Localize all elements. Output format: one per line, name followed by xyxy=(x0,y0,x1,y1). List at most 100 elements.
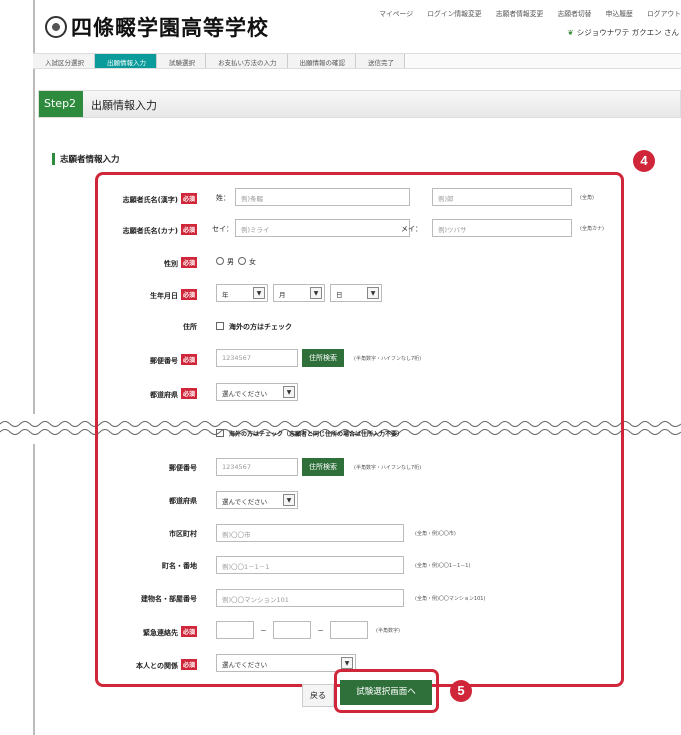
row-postal: 郵便番号 必須 1234567 住所検索 (半角数字・ハイフンなし7桁) xyxy=(98,349,618,369)
row-city: 市区町村 例)〇〇市 (全角・例)〇〇市) xyxy=(98,524,618,544)
top-nav: マイページ ログイン情報変更 志願者情報変更 志願者切替 申込履歴 ログアウト xyxy=(367,8,681,18)
nav-applicant-info[interactable]: 志願者情報変更 xyxy=(496,10,544,18)
step-badge: Step2 xyxy=(39,91,83,117)
hint-city: (全角・例)〇〇市) xyxy=(415,531,456,537)
nav-switch-applicant[interactable]: 志願者切替 xyxy=(558,10,592,18)
phone-input-3[interactable] xyxy=(330,621,368,639)
label-name-kana: 志願者氏名(カナ) 必須 xyxy=(123,224,197,236)
nav-login-info[interactable]: ログイン情報変更 xyxy=(427,10,481,18)
section-title: 志願者情報入力 xyxy=(52,153,120,165)
address-search-button[interactable]: 住所検索 xyxy=(302,349,344,367)
hint-zenkaku-kana: (全角カナ) xyxy=(580,226,604,232)
row-address: 住所 海外の方はチェック xyxy=(98,317,618,337)
phone-dash: － xyxy=(260,627,267,635)
sei-kana-label: セイ： xyxy=(212,225,233,233)
label-phone: 緊急連絡先 必須 xyxy=(143,626,197,638)
label-prefecture-2: 都道府県 xyxy=(169,497,197,505)
postal-input-2[interactable]: 1234567 xyxy=(216,458,298,476)
prefecture-select-2[interactable]: 選んでください ▼ xyxy=(216,491,298,509)
checkbox-icon xyxy=(216,429,224,437)
label-gender: 性別 必須 xyxy=(164,257,197,269)
row-prefecture: 都道府県 必須 選んでください ▼ xyxy=(98,383,618,403)
back-button[interactable]: 戻る xyxy=(302,684,334,707)
phone-input-2[interactable] xyxy=(273,621,311,639)
radio-male[interactable]: 男 xyxy=(216,257,234,267)
page-title: 出願情報入力 xyxy=(91,99,157,112)
building-input[interactable]: 例)〇〇マンション101 xyxy=(216,589,404,607)
phone-dash: － xyxy=(317,627,324,635)
postal-input[interactable]: 1234567 xyxy=(216,349,298,367)
frame-edge-right xyxy=(621,414,624,444)
hint-building: (全角・例)〇〇マンション101) xyxy=(415,596,486,602)
label-city: 市区町村 xyxy=(169,530,197,538)
page: 四條畷学園高等学校 マイページ ログイン情報変更 志願者情報変更 志願者切替 申… xyxy=(0,0,681,735)
hint-zenkaku: (全角) xyxy=(580,195,594,201)
row-postal-2: 郵便番号 1234567 住所検索 (半角数字・ハイフンなし7桁) xyxy=(98,458,618,478)
marker-4: 4 xyxy=(633,150,655,172)
label-prefecture: 都道府県 必須 xyxy=(150,388,197,400)
sei-kanji-input[interactable]: 例)条畷 xyxy=(235,188,410,206)
checkbox-icon xyxy=(216,322,224,330)
label-building: 建物名・部屋番号 xyxy=(141,595,197,603)
mei-kana-label: メイ： xyxy=(401,225,422,233)
chevron-down-icon: ▼ xyxy=(310,287,322,299)
overseas-checkbox-2[interactable]: 海外の方はチェック（志願者と同じ住所の場合は住所入力不要） xyxy=(216,429,403,438)
mei-kanji-input[interactable]: 例)郎 xyxy=(432,188,572,206)
label-town: 町名・番地 xyxy=(162,562,197,570)
label-postal: 郵便番号 必須 xyxy=(150,354,197,366)
marker-5: 5 xyxy=(450,680,472,702)
site-header: 四條畷学園高等学校 マイページ ログイン情報変更 志願者情報変更 志願者切替 申… xyxy=(33,0,681,50)
leaf-icon: ❦ xyxy=(567,28,574,37)
school-crest-icon xyxy=(45,16,67,38)
hint-postal: (半角数字・ハイフンなし7桁) xyxy=(354,356,422,362)
required-badge: 必須 xyxy=(180,193,197,204)
hint-phone: (半角数字) xyxy=(376,628,400,634)
birth-year-select[interactable]: 年 ▼ xyxy=(216,284,268,302)
radio-icon xyxy=(238,257,246,265)
row-phone: 緊急連絡先 必須 － － (半角数字) xyxy=(98,621,618,641)
step-header: Step2 出願情報入力 xyxy=(38,90,681,118)
nav-mypage[interactable]: マイページ xyxy=(379,10,413,18)
chevron-down-icon: ▼ xyxy=(253,287,265,299)
label-birthdate: 生年月日 必須 xyxy=(150,289,197,301)
step-1: 入試区分選択 xyxy=(33,54,95,68)
relation-select[interactable]: 選んでください ▼ xyxy=(216,654,356,672)
row-name-kana: 志願者氏名(カナ) 必須 セイ： 例)ミライ メイ： 例)ツバサ (全角カナ) xyxy=(98,219,618,239)
label-relation: 本人との関係 必須 xyxy=(136,659,197,671)
step-5: 出願情報の確認 xyxy=(287,54,356,68)
radio-female[interactable]: 女 xyxy=(238,257,256,267)
phone-input-1[interactable] xyxy=(216,621,254,639)
progress-steps: 入試区分選択 出願情報入力 試験選択 お支払い方法の入力 出願情報の確認 送信完… xyxy=(33,53,681,69)
nav-history[interactable]: 申込履歴 xyxy=(606,10,633,18)
row-birthdate: 生年月日 必須 年 ▼ 月 ▼ 日 ▼ xyxy=(98,284,618,304)
prefecture-select[interactable]: 選んでください ▼ xyxy=(216,383,298,401)
sei-kana-input[interactable]: 例)ミライ xyxy=(235,219,410,237)
row-building: 建物名・部屋番号 例)〇〇マンション101 (全角・例)〇〇マンション101) xyxy=(98,589,618,609)
next-exam-select-button[interactable]: 試験選択画面へ xyxy=(340,680,432,705)
step-4: お支払い方法の入力 xyxy=(206,54,288,68)
nav-logout[interactable]: ログアウト xyxy=(647,10,681,18)
radio-icon xyxy=(216,257,224,265)
step-3: 試験選択 xyxy=(157,54,206,68)
town-input[interactable]: 例)〇〇1－1－1 xyxy=(216,556,404,574)
school-logo[interactable]: 四條畷学園高等学校 xyxy=(45,12,269,42)
step-2-current: 出願情報入力 xyxy=(95,54,157,68)
row-gender: 性別 必須 男 女 xyxy=(98,252,618,272)
birth-month-select[interactable]: 月 ▼ xyxy=(273,284,325,302)
row-name-kanji: 志願者氏名(漢字)必須 姓： 例)条畷 名： 例)郎 (全角) xyxy=(98,188,618,208)
user-display: ❦ シジョウナワテ ガクエン さん xyxy=(567,27,679,38)
mei-kana-input[interactable]: 例)ツバサ xyxy=(432,219,572,237)
user-name: シジョウナワテ ガクエン さん xyxy=(576,28,679,37)
row-town: 町名・番地 例)〇〇1－1－1 (全角・例)〇〇1－1－1) xyxy=(98,556,618,576)
step-6: 送信完了 xyxy=(356,54,405,68)
chevron-down-icon: ▼ xyxy=(367,287,379,299)
row-address-2: 海外の方はチェック（志願者と同じ住所の場合は住所入力不要） xyxy=(98,428,618,440)
chevron-down-icon: ▼ xyxy=(283,386,295,398)
chevron-down-icon: ▼ xyxy=(283,494,295,506)
address-search-button-2[interactable]: 住所検索 xyxy=(302,458,344,476)
school-name: 四條畷学園高等学校 xyxy=(71,15,269,40)
chevron-down-icon: ▼ xyxy=(341,657,353,669)
city-input[interactable]: 例)〇〇市 xyxy=(216,524,404,542)
overseas-checkbox[interactable]: 海外の方はチェック xyxy=(216,322,292,332)
birth-day-select[interactable]: 日 ▼ xyxy=(330,284,382,302)
